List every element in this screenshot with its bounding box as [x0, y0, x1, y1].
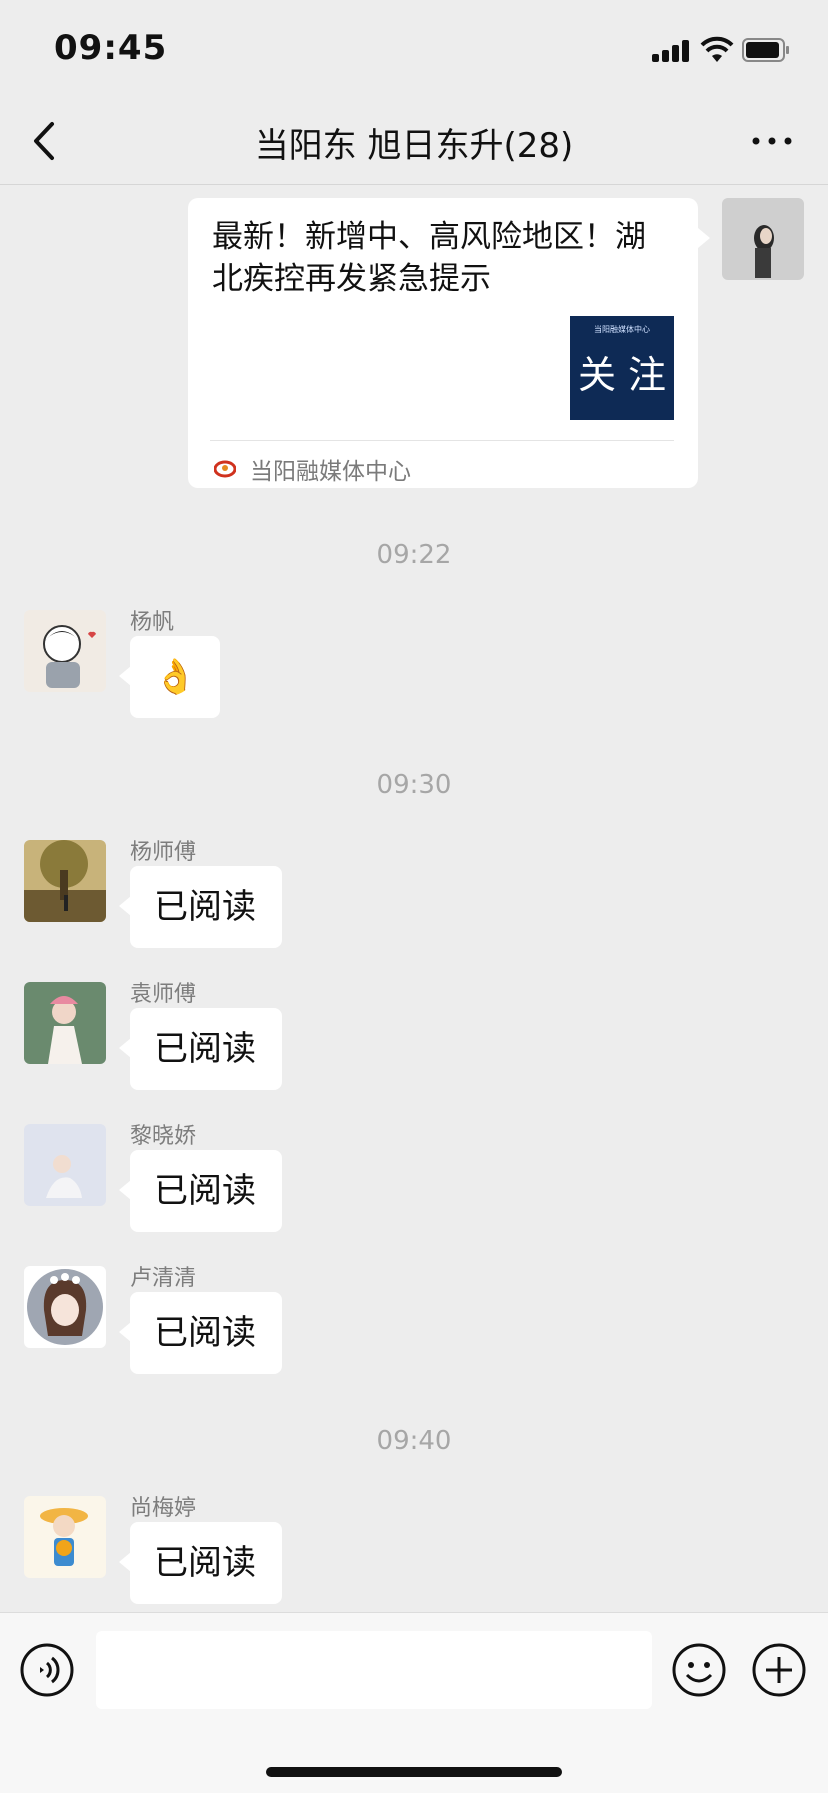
article-title: 最新！新增中、高风险地区！湖北疾控再发紧急提示 — [212, 219, 646, 297]
shared-article-card[interactable]: 最新！新增中、高风险地区！湖北疾控再发紧急提示 当阳融媒体中心 关 注 当阳融媒… — [188, 198, 710, 488]
message-bubble[interactable]: 已阅读 — [119, 1522, 282, 1604]
chat-header: 当阳东 旭日东升(28) — [0, 98, 828, 185]
thumbnail-caption: 当阳融媒体中心 — [594, 325, 650, 334]
message-bubble[interactable]: 已阅读 — [119, 1292, 282, 1374]
divider — [210, 440, 674, 441]
avatar[interactable] — [24, 982, 106, 1064]
timestamp: 09:22 — [376, 540, 452, 570]
emoji-icon[interactable] — [672, 1643, 726, 1697]
home-indicator[interactable] — [266, 1767, 562, 1777]
voice-input-icon[interactable] — [20, 1643, 74, 1697]
thumbnail-text: 关 注 — [577, 353, 667, 397]
avatar[interactable] — [24, 840, 106, 922]
input-bar — [0, 1612, 828, 1793]
more-options-icon[interactable] — [748, 126, 796, 156]
source-logo-icon — [214, 460, 236, 478]
avatar[interactable] — [24, 610, 106, 692]
avatar[interactable] — [24, 1266, 106, 1348]
my-avatar[interactable] — [722, 198, 804, 280]
message-input[interactable] — [96, 1631, 652, 1709]
message-bubble[interactable]: 已阅读 — [119, 1150, 282, 1232]
battery-icon — [742, 38, 789, 62]
status-time: 09:45 — [54, 28, 168, 68]
status-bar: 09:45 — [0, 0, 828, 98]
back-chevron-icon[interactable] — [26, 118, 66, 164]
avatar[interactable] — [24, 1496, 106, 1578]
sender-name: 黎晓娇 — [130, 1124, 197, 1149]
sender-name: 尚梅婷 — [130, 1496, 197, 1521]
source-name: 当阳融媒体中心 — [250, 459, 411, 485]
add-attachment-icon[interactable] — [752, 1643, 806, 1697]
sender-name: 杨帆 — [130, 610, 175, 635]
sender-name: 卢清清 — [130, 1266, 197, 1291]
chat-title: 当阳东 旭日东升(28) — [254, 126, 574, 166]
sender-name: 杨师傅 — [130, 840, 197, 865]
timestamp: 09:40 — [376, 1426, 452, 1456]
sender-name: 袁师傅 — [130, 982, 197, 1007]
article-thumbnail: 当阳融媒体中心 关 注 — [570, 316, 674, 420]
timestamp: 09:30 — [376, 770, 452, 800]
message-bubble[interactable]: 已阅读 — [119, 866, 282, 948]
wifi-icon — [700, 36, 734, 62]
message-bubble[interactable]: 👌 — [119, 636, 220, 718]
message-bubble[interactable]: 已阅读 — [119, 1008, 282, 1090]
cellular-signal-icon — [652, 38, 692, 62]
avatar[interactable] — [24, 1124, 106, 1206]
